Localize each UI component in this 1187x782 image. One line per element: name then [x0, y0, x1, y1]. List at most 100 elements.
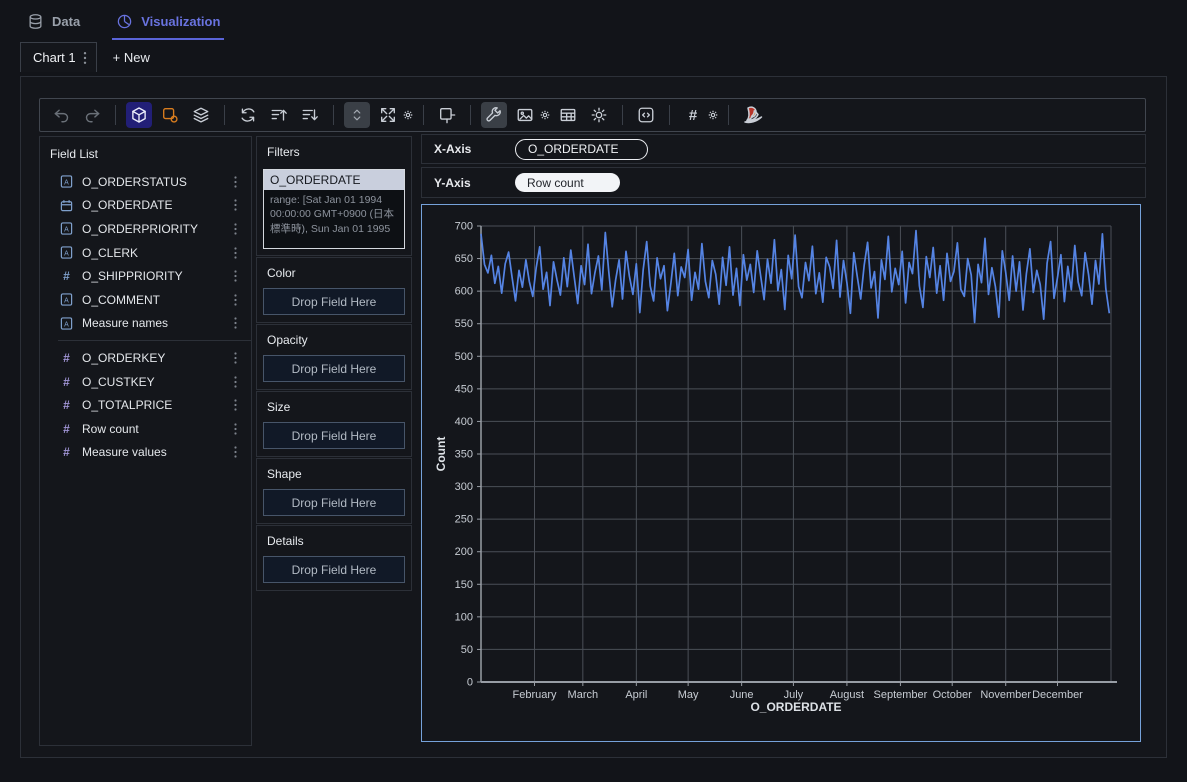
resize-settings-gear-icon[interactable]	[403, 110, 413, 120]
code-brackets-icon	[637, 106, 655, 124]
field-menu-icon[interactable]	[234, 352, 237, 364]
new-chart-button[interactable]: + New	[97, 42, 166, 72]
svg-text:March: March	[568, 689, 599, 701]
hash-icon: #	[689, 107, 697, 124]
resize-arrows-icon	[379, 106, 397, 124]
field-label: Row count	[82, 422, 225, 436]
filter-range-value: range: [Sat Jan 01 1994 00:00:00 GMT+090…	[264, 190, 404, 248]
sort-ascending-button[interactable]	[266, 102, 292, 128]
text-field-icon: A	[60, 246, 73, 259]
field-item-clerk[interactable]: A O_CLERK	[40, 241, 251, 265]
refresh-button[interactable]	[235, 102, 261, 128]
field-item-measure-names[interactable]: A Measure names	[40, 312, 251, 336]
code-export-button[interactable]	[633, 102, 659, 128]
field-item-orderpriority[interactable]: A O_ORDERPRIORITY	[40, 217, 251, 241]
y-axis-field-pill[interactable]: Row count	[515, 173, 620, 192]
chart-tab-label: Chart 1	[33, 50, 76, 65]
svg-text:150: 150	[455, 579, 473, 591]
table-view-button[interactable]	[555, 102, 581, 128]
field-label: O_ORDERKEY	[82, 351, 225, 365]
collapse-expand-button[interactable]	[344, 102, 370, 128]
x-axis-field-pill[interactable]: O_ORDERDATE	[515, 139, 648, 160]
field-item-row-count[interactable]: # Row count	[40, 417, 251, 441]
shape-drop-zone[interactable]: Drop Field Here	[263, 489, 405, 516]
svg-text:November: November	[980, 689, 1031, 701]
svg-text:400: 400	[455, 416, 473, 428]
field-item-shippriority[interactable]: # O_SHIPPRIORITY	[40, 264, 251, 288]
field-menu-icon[interactable]	[234, 317, 237, 329]
size-drop-zone[interactable]: Drop Field Here	[263, 422, 405, 449]
sort-descending-icon	[301, 106, 319, 124]
svg-text:200: 200	[455, 546, 473, 558]
field-menu-icon[interactable]	[234, 247, 237, 259]
resize-button[interactable]	[375, 102, 401, 128]
filters-title: Filters	[257, 137, 411, 165]
field-menu-icon[interactable]	[234, 446, 237, 458]
sort-descending-button[interactable]	[297, 102, 323, 128]
undo-icon	[52, 106, 71, 125]
hash-icon: #	[60, 375, 73, 389]
tools-button[interactable]	[481, 102, 507, 128]
field-menu-icon[interactable]	[234, 199, 237, 211]
field-menu-icon[interactable]	[234, 399, 237, 411]
crop-button[interactable]	[434, 102, 460, 128]
toolbar-separator	[423, 105, 424, 125]
tab-visualization[interactable]: Visualization	[116, 0, 220, 42]
field-label: O_ORDERSTATUS	[82, 175, 225, 189]
export-image-button[interactable]	[512, 102, 538, 128]
color-channel-title: Color	[257, 258, 411, 286]
svg-text:A: A	[64, 321, 69, 328]
svg-text:February: February	[512, 689, 557, 701]
field-menu-icon[interactable]	[234, 176, 237, 188]
svg-text:350: 350	[455, 449, 473, 461]
field-item-orderdate[interactable]: O_ORDERDATE	[40, 194, 251, 218]
wrench-icon	[485, 106, 503, 124]
undo-button[interactable]	[48, 102, 74, 128]
field-label: O_CLERK	[82, 246, 225, 260]
svg-text:600: 600	[455, 286, 473, 298]
opacity-drop-zone[interactable]: Drop Field Here	[263, 355, 405, 382]
chart-tab-current[interactable]: Chart 1	[20, 42, 97, 72]
field-menu-icon[interactable]	[234, 270, 237, 282]
svg-text:0: 0	[467, 677, 473, 689]
chart-tab-menu-icon[interactable]	[83, 51, 87, 65]
field-menu-icon[interactable]	[234, 294, 237, 306]
filter-card[interactable]: O_ORDERDATE range: [Sat Jan 01 1994 00:0…	[263, 169, 405, 249]
svg-text:50: 50	[461, 644, 473, 656]
field-menu-icon[interactable]	[234, 223, 237, 235]
text-field-icon: A	[60, 293, 73, 306]
details-drop-zone[interactable]: Drop Field Here	[263, 556, 405, 583]
limit-button[interactable]: #	[680, 102, 706, 128]
field-menu-icon[interactable]	[234, 376, 237, 388]
field-item-totalprice[interactable]: # O_TOTALPRICE	[40, 393, 251, 417]
y-axis-row: Y-Axis Row count	[421, 167, 1146, 198]
tab-visualization-label: Visualization	[141, 14, 220, 29]
color-drop-zone[interactable]: Drop Field Here	[263, 288, 405, 315]
layers-button[interactable]	[188, 102, 214, 128]
filter-field-name[interactable]: O_ORDERDATE	[264, 170, 404, 190]
field-menu-icon[interactable]	[234, 423, 237, 435]
tab-data[interactable]: Data	[27, 0, 80, 42]
calendar-icon	[60, 199, 73, 212]
field-item-comment[interactable]: A O_COMMENT	[40, 288, 251, 312]
svg-text:December: December	[1032, 689, 1083, 701]
redo-button[interactable]	[79, 102, 105, 128]
field-item-custkey[interactable]: # O_CUSTKEY	[40, 370, 251, 394]
pie-chart-icon	[116, 13, 133, 30]
selection-box-icon	[161, 106, 179, 124]
toolbar-separator	[333, 105, 334, 125]
limit-settings-gear-icon[interactable]	[708, 110, 718, 120]
chart-canvas[interactable]: 0501001502002503003504004505005506006507…	[421, 204, 1141, 742]
settings-button[interactable]	[586, 102, 612, 128]
encodings-column: Filters O_ORDERDATE range: [Sat Jan 01 1…	[256, 136, 412, 592]
svg-text:O_ORDERDATE: O_ORDERDATE	[750, 700, 841, 714]
field-label: O_TOTALPRICE	[82, 398, 225, 412]
field-item-orderkey[interactable]: # O_ORDERKEY	[40, 346, 251, 370]
export-image-gear-icon[interactable]	[540, 110, 550, 120]
field-item-orderstatus[interactable]: A O_ORDERSTATUS	[40, 170, 251, 194]
hash-icon: #	[60, 351, 73, 365]
selection-mode-button[interactable]	[157, 102, 183, 128]
view-mode-cube-button[interactable]	[126, 102, 152, 128]
kanaries-logo-button[interactable]	[739, 102, 765, 128]
field-item-measure-values[interactable]: # Measure values	[40, 441, 251, 465]
